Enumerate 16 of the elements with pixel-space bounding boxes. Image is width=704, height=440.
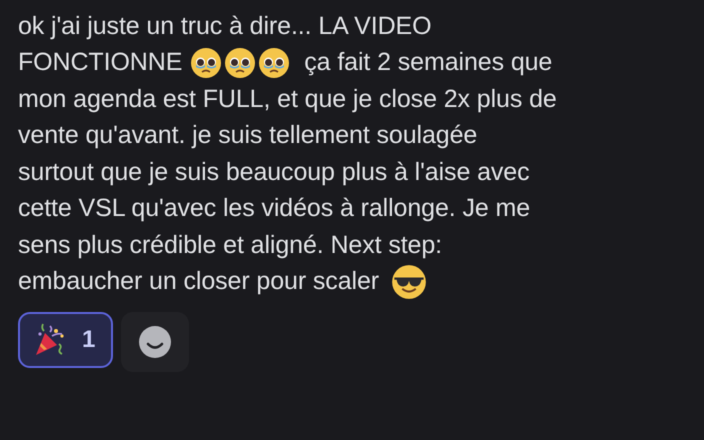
pleading-face-icon [224, 46, 256, 79]
message-text: FONCTIONNE [18, 48, 182, 78]
message-text: ok j'ai juste un truc à dire... LA VIDEO [18, 12, 432, 41]
message-text: ça fait 2 semaines que [304, 48, 552, 78]
reaction-button[interactable]: 1 [18, 312, 114, 368]
message-text: embaucher un closer pour scaler [18, 267, 379, 296]
pleading-face-icon [258, 46, 290, 79]
message-text: mon agenda est FULL, et que je close 2x plus de [18, 84, 557, 114]
pleading-face-icon [190, 46, 222, 79]
message-text: cette VSL qu'avec les vidéos à rallonge. Je me [18, 194, 530, 224]
message-text: surtout que je suis beaucoup plus à l'aise avec [18, 158, 530, 187]
message-text: vente qu'avant. je suis tellement soulagée [18, 121, 478, 150]
sunglasses-face-icon [390, 264, 427, 300]
message-text: sens plus crédible et aligné. Next step: [18, 230, 442, 260]
smiley-icon [138, 325, 172, 359]
add-reaction-button[interactable] [121, 312, 190, 372]
